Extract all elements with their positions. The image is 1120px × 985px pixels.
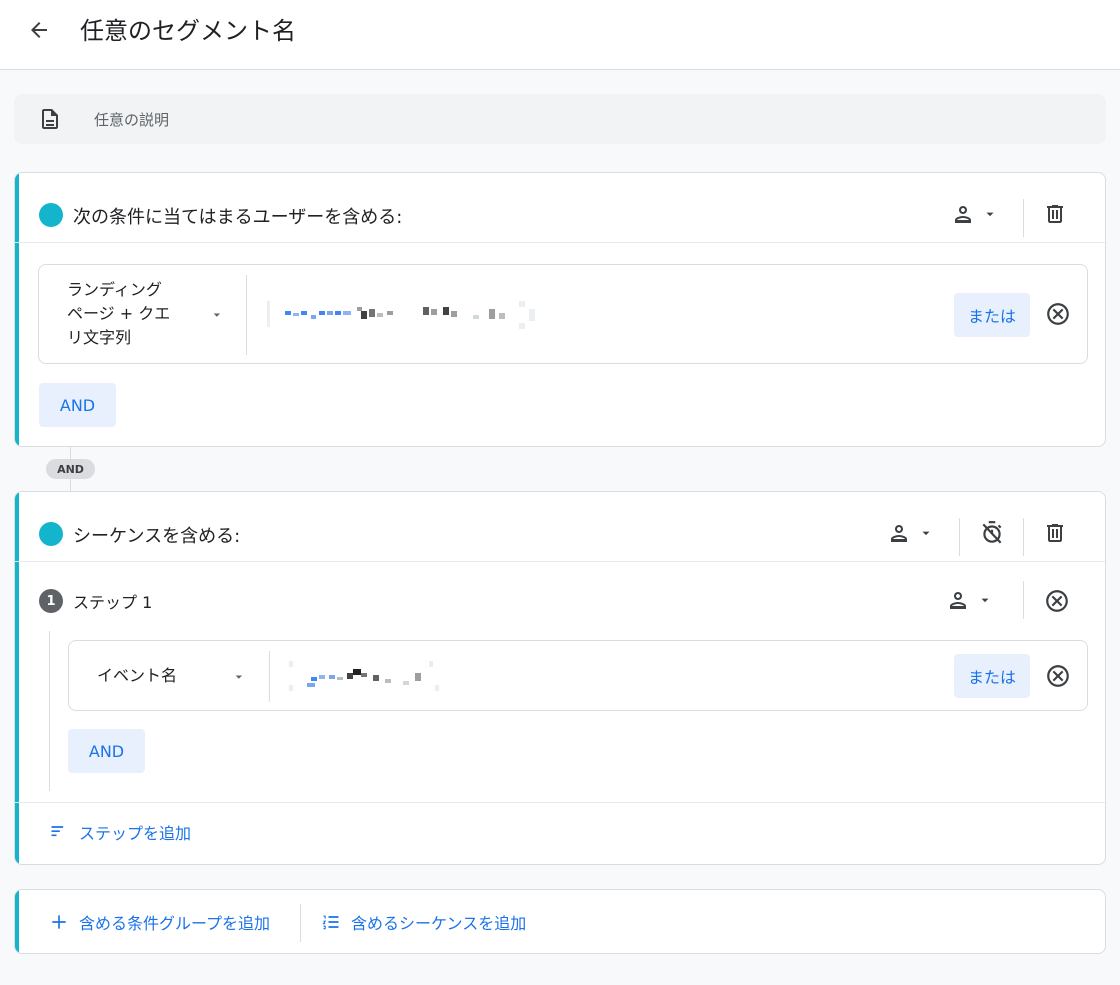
dropdown-arrow-icon [213, 313, 221, 317]
delete-group-button[interactable] [1040, 518, 1070, 548]
condition-value-chip[interactable] [289, 657, 449, 695]
group-title: 次の条件に当てはまるユーザーを含める: [73, 207, 403, 228]
add-condition-group-label: 含める条件グループを追加 [79, 914, 271, 933]
close-circle-icon [1047, 303, 1069, 325]
description-placeholder: 任意の説明 [94, 111, 170, 129]
redacted-value [267, 301, 535, 329]
add-sequence-label: 含めるシーケンスを追加 [351, 914, 527, 933]
dimension-select[interactable]: イベント名 [97, 641, 257, 710]
time-constraint-button[interactable] [977, 518, 1007, 548]
group-connector-badge: AND [46, 459, 95, 479]
divider [15, 802, 1105, 803]
divider [300, 904, 301, 942]
remove-condition-button[interactable] [1043, 299, 1073, 329]
close-circle-icon [1047, 665, 1069, 687]
arrow-back-icon [31, 22, 47, 38]
step-scope-dropdown-button[interactable] [946, 588, 992, 612]
page-header: 任意のセグメント名 [0, 0, 1120, 70]
dropdown-arrow-icon [922, 531, 930, 536]
back-button[interactable] [22, 13, 56, 47]
add-actions-bar: 含める条件グループを追加 含めるシーケンスを追加 [14, 889, 1106, 954]
dropdown-arrow-icon [981, 598, 989, 603]
person-icon [955, 206, 971, 223]
page-title[interactable]: 任意のセグメント名 [80, 11, 296, 46]
include-condition-group: 次の条件に当てはまるユーザーを含める: ランディング ページ + クエ リ文字列 [14, 172, 1106, 447]
add-step-button[interactable]: ステップを追加 [49, 820, 191, 844]
connector-line [70, 447, 71, 459]
group-header: 次の条件に当てはまるユーザーを含める: [15, 173, 1105, 243]
condition-row: ランディング ページ + クエ リ文字列 または [38, 264, 1088, 364]
step-connector-line [49, 631, 50, 791]
description-field[interactable]: 任意の説明 [14, 94, 1106, 144]
timer-off-icon [982, 521, 1002, 544]
dropdown-arrow-icon [986, 212, 994, 217]
condition-value-chip[interactable] [267, 295, 539, 333]
person-icon [891, 525, 907, 542]
close-circle-icon [1046, 590, 1068, 612]
remove-condition-button[interactable] [1043, 661, 1073, 691]
group-indicator-dot [39, 522, 63, 546]
divider [1023, 199, 1024, 237]
divider [1023, 581, 1024, 619]
divider [269, 651, 270, 702]
redacted-value [289, 661, 439, 691]
dimension-label: ランディング ページ + クエ リ文字列 [67, 280, 171, 347]
document-icon [42, 109, 58, 129]
remove-step-button[interactable] [1042, 586, 1072, 616]
dropdown-arrow-icon [235, 675, 243, 679]
and-button[interactable]: AND [68, 729, 145, 773]
group-indicator-dot [39, 203, 63, 227]
add-sequence-button[interactable]: 含めるシーケンスを追加 [321, 910, 526, 934]
scope-dropdown-button[interactable] [951, 202, 997, 226]
divider [246, 275, 247, 355]
trash-icon [1047, 524, 1063, 542]
trash-icon [1047, 205, 1063, 223]
add-condition-group-button[interactable]: 含める条件グループを追加 [49, 910, 270, 934]
or-button[interactable]: または [954, 654, 1030, 698]
sequence-group: シーケンスを含める: 1 ステップ 1 イベント名 または AND ステップを追… [14, 491, 1106, 865]
plus-icon [52, 915, 66, 929]
or-button[interactable]: または [954, 293, 1030, 337]
divider [1023, 518, 1024, 556]
group-header: シーケンスを含める: [15, 492, 1105, 562]
add-step-label: ステップを追加 [79, 824, 192, 843]
and-button[interactable]: AND [39, 383, 116, 427]
divider [959, 518, 960, 556]
group-title: シーケンスを含める: [73, 526, 241, 547]
dimension-label: イベント名 [97, 665, 178, 685]
list-numbered-icon [322, 915, 339, 930]
connector-line [70, 479, 71, 491]
step-label: ステップ 1 [73, 593, 153, 612]
scope-dropdown-button[interactable] [887, 521, 933, 545]
sequence-step: 1 ステップ 1 イベント名 または AND [15, 562, 1105, 802]
person-icon [950, 592, 966, 609]
add-step-icon [51, 826, 64, 837]
condition-row: イベント名 または [68, 640, 1088, 711]
delete-group-button[interactable] [1040, 199, 1070, 229]
dimension-select[interactable]: ランディング ページ + クエ リ文字列 [67, 265, 247, 363]
step-number-badge: 1 [39, 589, 63, 613]
